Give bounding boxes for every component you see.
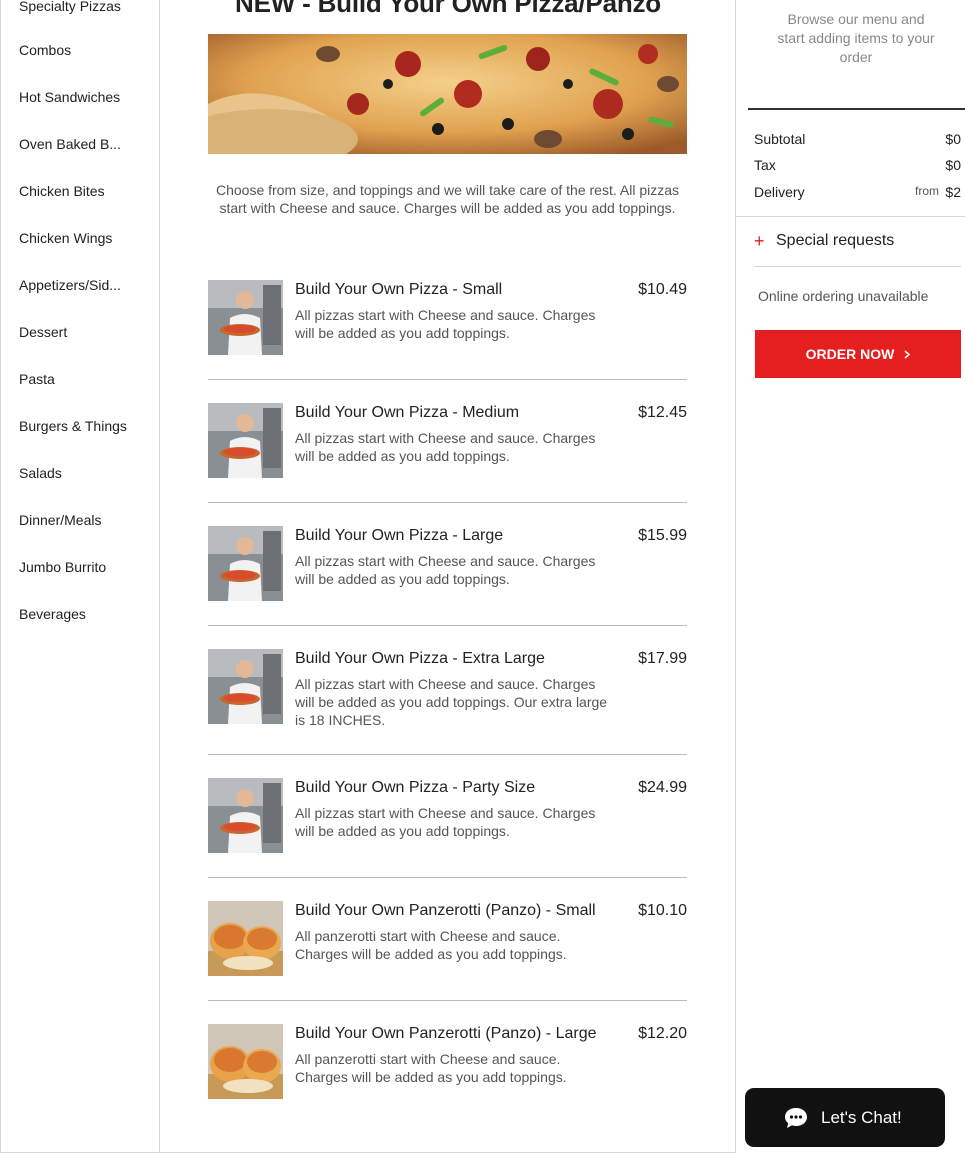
item-name: Build Your Own Pizza - Extra Large [295, 650, 545, 667]
section-description: Choose from size, and toppings and we wi… [215, 182, 679, 216]
chat-bubble-icon [785, 1107, 807, 1128]
sidebar-item-beverages[interactable]: Beverages [19, 605, 131, 623]
item-description: All panzerotti start with Cheese and sau… [295, 928, 567, 962]
item-price: $12.45 [638, 404, 687, 421]
item-description: All pizzas start with Cheese and sauce. … [295, 805, 596, 839]
chevron-right-icon [904, 349, 911, 359]
delivery-row: Delivery from $2 [754, 183, 961, 201]
delivery-label: Delivery [754, 184, 805, 200]
chat-label: Let's Chat! [821, 1107, 902, 1127]
item-name: Build Your Own Pizza - Medium [295, 404, 520, 421]
menu-section: NEW - Build Your Own Pizza/Panzo Choose … [160, 0, 736, 1153]
item-price: $10.10 [638, 902, 687, 919]
chef-pizza-thumbnail [208, 649, 283, 724]
item-name: Build Your Own Panzerotti (Panzo) - Smal… [295, 902, 596, 919]
sidebar-item-hot-sandwiches[interactable]: Hot Sandwiches [19, 88, 131, 106]
subtotal-value: $0 [945, 131, 961, 147]
item-price: $17.99 [638, 650, 687, 667]
item-price: $12.20 [638, 1025, 687, 1042]
sidebar-item-pasta[interactable]: Pasta [19, 370, 131, 388]
sidebar-item-appetizers[interactable]: Appetizers/Sid... [19, 276, 131, 294]
item-name: Build Your Own Pizza - Small [295, 281, 503, 298]
item-divider [208, 754, 687, 755]
tax-label: Tax [754, 157, 776, 173]
item-divider [208, 502, 687, 503]
sidebar-item-chicken-bites[interactable]: Chicken Bites [19, 182, 131, 200]
chef-pizza-thumbnail [208, 280, 283, 355]
cart-divider [748, 108, 965, 110]
subtotal-row: Subtotal $0 [754, 130, 961, 148]
sidebar-item-oven-baked[interactable]: Oven Baked B... [19, 135, 131, 153]
order-cart: Browse our menu and start adding items t… [736, 0, 965, 1164]
special-requests-toggle[interactable]: + Special requests [754, 231, 960, 251]
sidebar-item-dessert[interactable]: Dessert [19, 323, 131, 341]
subtotal-label: Subtotal [754, 131, 806, 147]
item-description: All pizzas start with Cheese and sauce. … [295, 430, 596, 464]
special-requests-label: Special requests [776, 232, 895, 249]
item-divider [208, 379, 687, 380]
chat-widget-button[interactable]: Let's Chat! [745, 1088, 945, 1147]
category-sidebar: Specialty Pizzas Combos Hot Sandwiches O… [0, 0, 160, 1153]
item-description: All pizzas start with Cheese and sauce. … [295, 553, 596, 587]
sidebar-item-specialty-pizzas[interactable]: Specialty Pizzas [19, 0, 131, 15]
panzerotti-thumbnail [208, 901, 283, 976]
order-now-button[interactable]: ORDER NOW [755, 330, 961, 378]
chef-pizza-thumbnail [208, 778, 283, 853]
sidebar-item-burgers[interactable]: Burgers & Things [19, 417, 131, 435]
tax-row: Tax $0 [754, 156, 961, 174]
sidebar-item-salads[interactable]: Salads [19, 464, 131, 482]
tax-value: $0 [945, 157, 961, 173]
item-divider [208, 877, 687, 878]
sidebar-item-combos[interactable]: Combos [19, 41, 131, 59]
item-description: All pizzas start with Cheese and sauce. … [295, 676, 608, 728]
sidebar-item-jumbo-burrito[interactable]: Jumbo Burrito [19, 558, 131, 576]
item-divider [208, 625, 687, 626]
item-name: Build Your Own Pizza - Party Size [295, 779, 536, 796]
section-title: NEW - Build Your Own Pizza/Panzo [235, 0, 661, 18]
delivery-value: $2 [945, 184, 961, 200]
plus-icon: + [754, 231, 765, 251]
item-description: All pizzas start with Cheese and sauce. … [295, 307, 596, 341]
order-now-label: ORDER NOW [805, 346, 895, 362]
delivery-from: from [915, 184, 939, 198]
chef-pizza-thumbnail [208, 526, 283, 601]
item-price: $15.99 [638, 527, 687, 544]
sidebar-item-dinner-meals[interactable]: Dinner/Meals [19, 511, 131, 529]
item-name: Build Your Own Pizza - Large [295, 527, 504, 544]
cart-divider [736, 216, 965, 217]
ordering-unavailable-notice: Online ordering unavailable [758, 288, 929, 304]
item-divider [208, 1000, 687, 1001]
panzerotti-thumbnail [208, 1024, 283, 1099]
hero-pizza-image [208, 34, 687, 154]
item-description: All panzerotti start with Cheese and sau… [295, 1051, 567, 1085]
cart-empty-message: Browse our menu and start adding items t… [777, 11, 935, 65]
chef-pizza-thumbnail [208, 403, 283, 478]
item-price: $10.49 [638, 281, 687, 298]
cart-divider [754, 266, 961, 267]
sidebar-item-chicken-wings[interactable]: Chicken Wings [19, 229, 131, 247]
item-price: $24.99 [638, 779, 687, 796]
item-name: Build Your Own Panzerotti (Panzo) - Larg… [295, 1025, 597, 1042]
